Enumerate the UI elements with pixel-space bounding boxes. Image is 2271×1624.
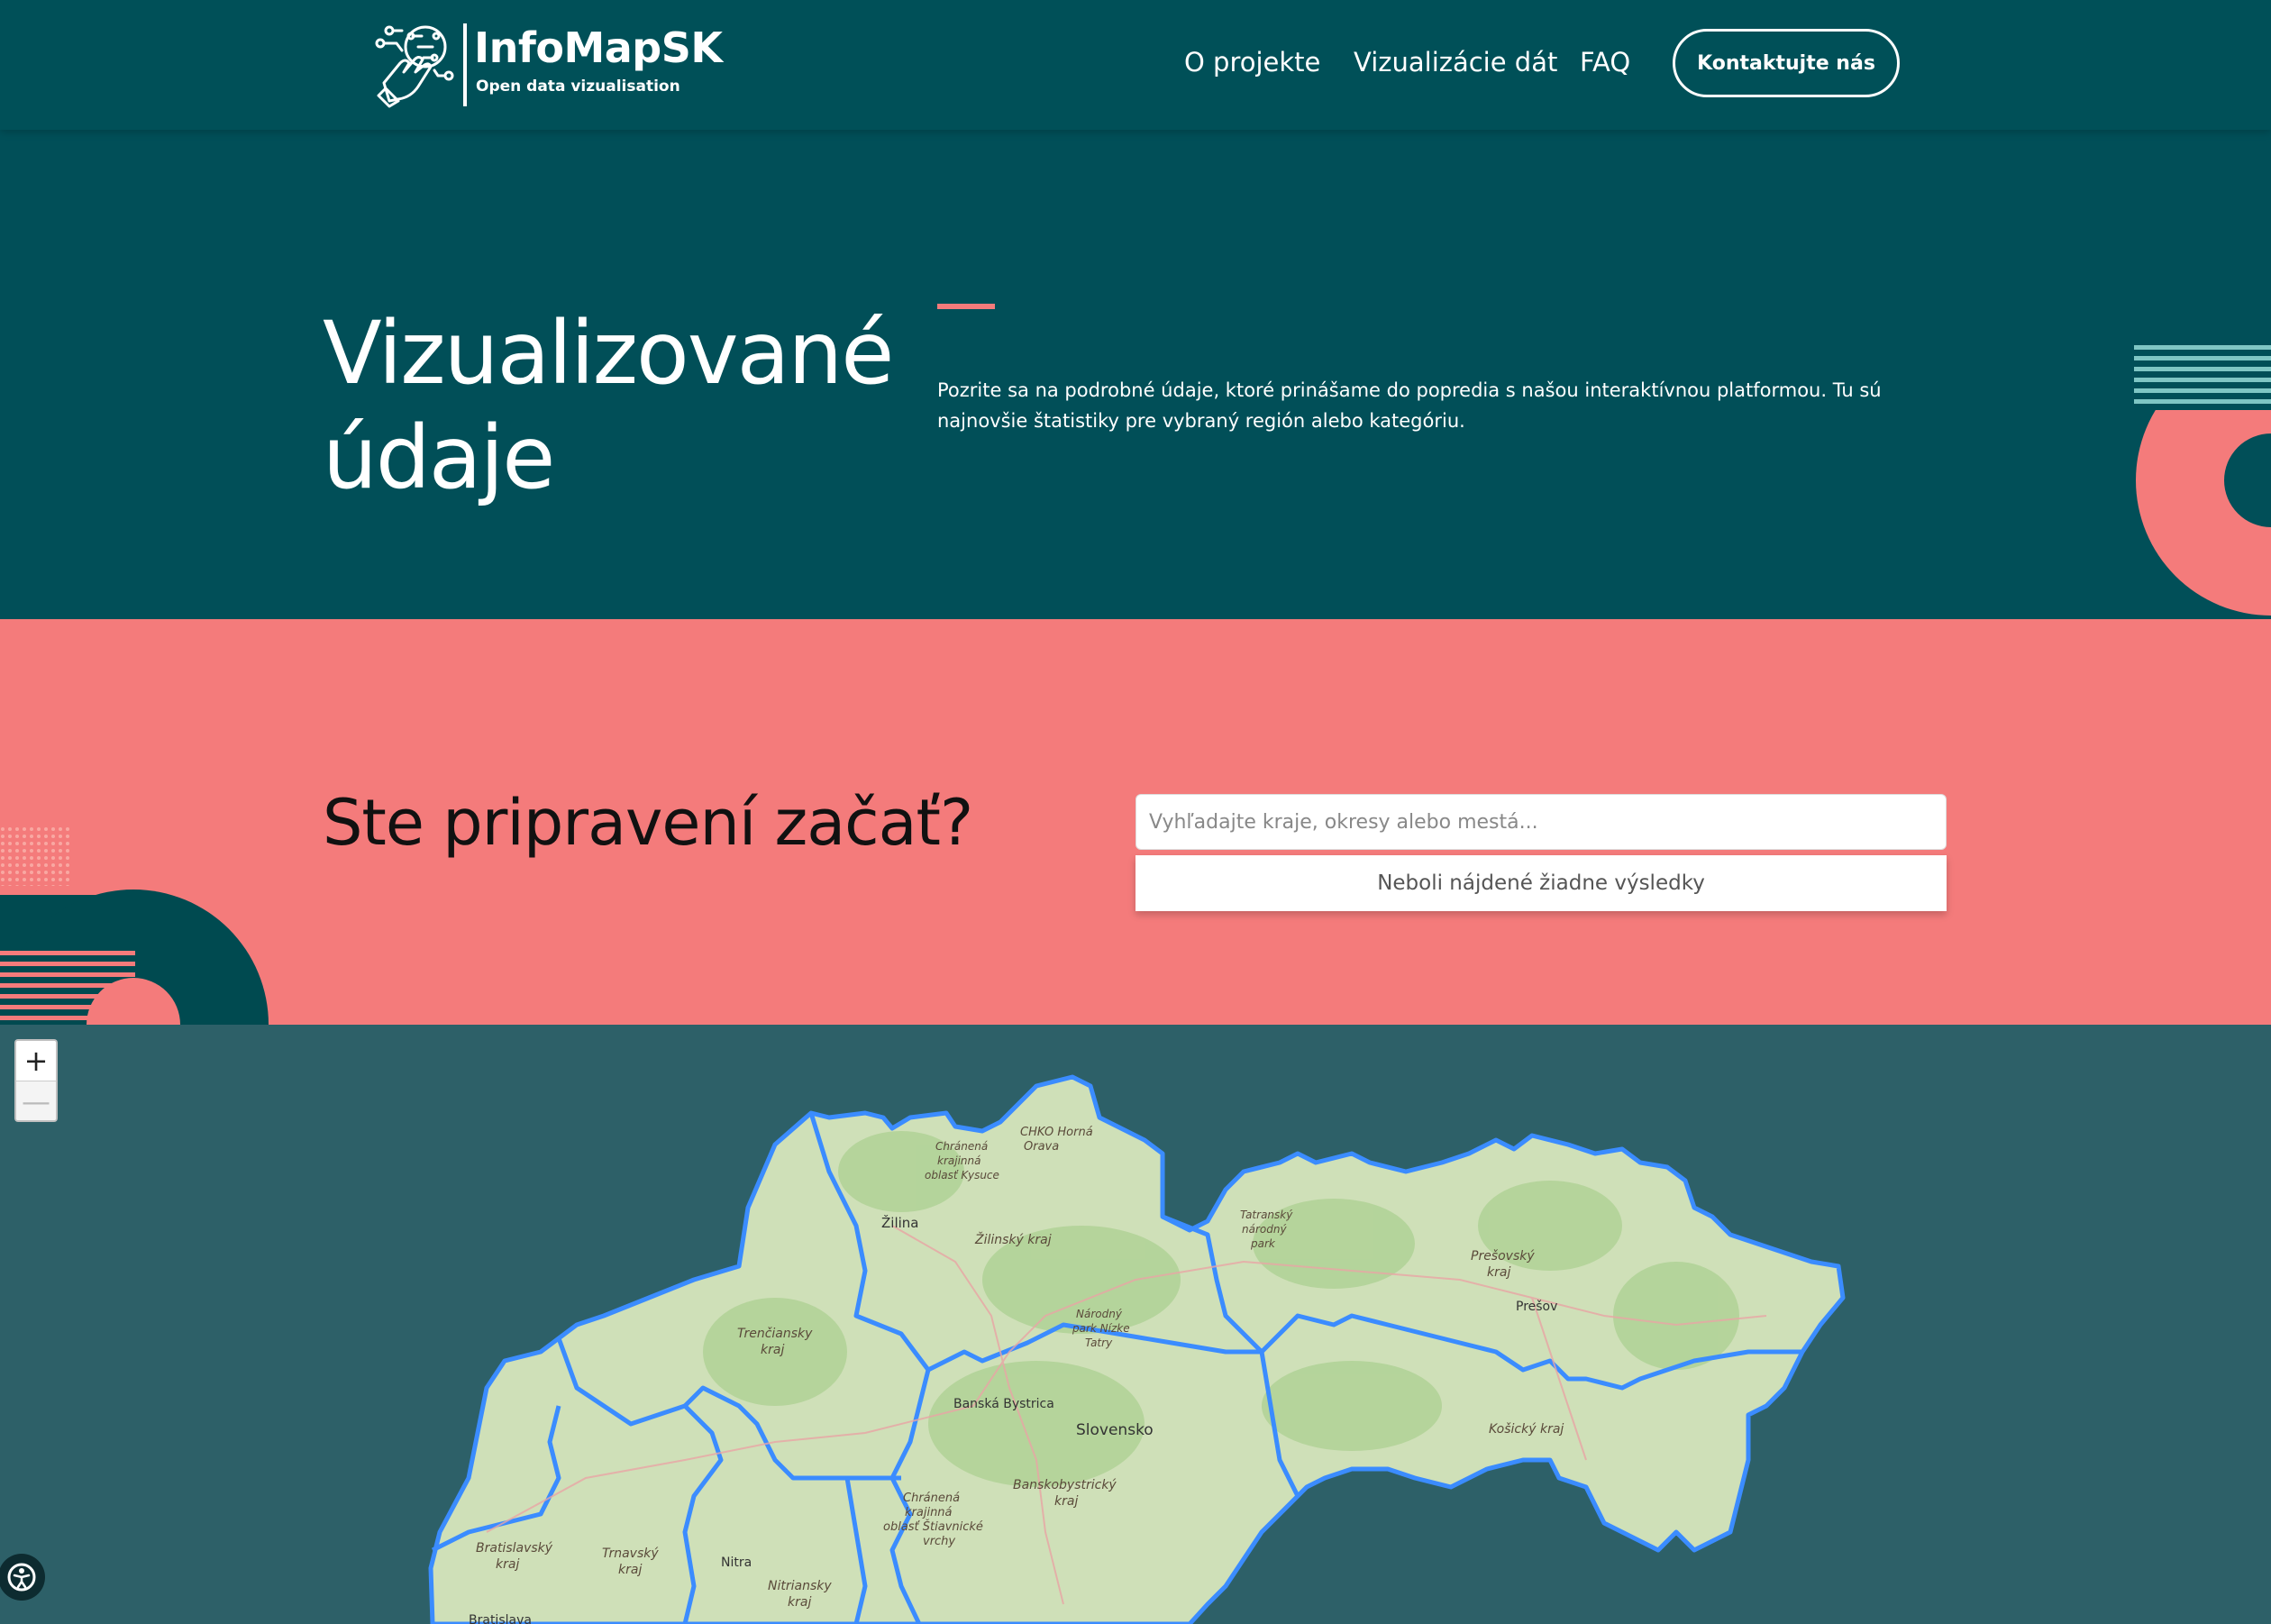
svg-text:Chránená: Chránená <box>903 1492 960 1505</box>
svg-text:kraj: kraj <box>1487 1265 1510 1280</box>
svg-text:Bratislava: Bratislava <box>469 1613 532 1624</box>
svg-text:Prešov: Prešov <box>1516 1300 1557 1314</box>
svg-text:Nitriansky: Nitriansky <box>768 1579 832 1593</box>
accessibility-button[interactable] <box>0 1554 45 1601</box>
hand-circuit-icon <box>375 25 454 108</box>
svg-text:Banskobystrický: Banskobystrický <box>1013 1478 1117 1492</box>
svg-text:Tatranský: Tatranský <box>1240 1209 1293 1221</box>
svg-text:Nitra: Nitra <box>721 1556 752 1570</box>
accent-line <box>937 304 995 309</box>
svg-text:Žilinský kraj: Žilinský kraj <box>974 1231 1052 1247</box>
svg-text:krajinná: krajinná <box>905 1506 953 1519</box>
slovakia-map[interactable]: CHKO Horná Orava Chránená krajinná oblas… <box>0 1025 2271 1624</box>
svg-text:kraj: kraj <box>761 1343 784 1357</box>
svg-text:Košický kraj: Košický kraj <box>1489 1422 1564 1437</box>
zoom-in-button[interactable]: + <box>16 1041 56 1081</box>
logo-title: InfoMapSK <box>474 23 723 72</box>
svg-text:Slovensko: Slovensko <box>1076 1421 1154 1439</box>
svg-text:Trenčiansky: Trenčiansky <box>737 1327 813 1341</box>
contact-button[interactable]: Kontaktujte nás <box>1673 29 1900 97</box>
svg-text:kraj: kraj <box>496 1557 519 1572</box>
svg-text:krajinná: krajinná <box>937 1154 980 1167</box>
svg-text:oblasť Štiavnické: oblasť Štiavnické <box>883 1519 983 1534</box>
svg-text:Národný: Národný <box>1076 1308 1123 1320</box>
search-section: Ste pripravení začať? Neboli nájdené žia… <box>0 619 2271 1025</box>
logo-subtitle: Open data vizualisation <box>476 78 680 96</box>
svg-text:národný: národný <box>1242 1223 1287 1236</box>
svg-text:Orava: Orava <box>1024 1140 1059 1154</box>
svg-text:park Nízke: park Nízke <box>1072 1322 1130 1335</box>
page-title-line1: Vizualizované <box>323 303 894 404</box>
zoom-out-button[interactable]: — <box>16 1081 56 1120</box>
hero-description: Pozrite sa na podrobné údaje, ktoré prin… <box>937 379 1882 432</box>
svg-text:Bratislavský: Bratislavský <box>476 1541 553 1556</box>
svg-text:oblasť Kysuce: oblasť Kysuce <box>925 1169 999 1182</box>
svg-text:CHKO Horná: CHKO Horná <box>1020 1126 1093 1139</box>
svg-text:Prešovský: Prešovský <box>1471 1249 1535 1264</box>
svg-text:park: park <box>1250 1237 1276 1250</box>
svg-text:kraj: kraj <box>618 1563 642 1577</box>
svg-text:Chránená: Chránená <box>935 1140 988 1153</box>
svg-text:kraj: kraj <box>1054 1494 1078 1509</box>
region-search-input[interactable] <box>1136 794 1947 850</box>
svg-text:kraj: kraj <box>788 1595 811 1610</box>
map-container[interactable]: CHKO Horná Orava Chránená krajinná oblas… <box>0 1025 2271 1624</box>
svg-text:Žilina: Žilina <box>881 1214 918 1231</box>
svg-text:Tatry: Tatry <box>1085 1337 1113 1349</box>
hero-section: Vizualizované údaje Pozrite sa na podrob… <box>0 130 2271 619</box>
nav-link-vizualizacie[interactable]: Vizualizácie dát <box>1354 47 1557 78</box>
svg-text:Banská Bystrica: Banská Bystrica <box>953 1397 1054 1411</box>
nav-link-o-projekte[interactable]: O projekte <box>1184 47 1320 78</box>
svg-text:Trnavský: Trnavský <box>602 1546 659 1561</box>
top-navbar: InfoMapSK Open data vizualisation O proj… <box>0 0 2271 130</box>
logo-divider <box>463 23 467 106</box>
svg-text:vrchy: vrchy <box>923 1535 955 1548</box>
search-no-results: Neboli nájdené žiadne výsledky <box>1136 855 1947 911</box>
accessibility-icon <box>7 1563 36 1592</box>
zoom-control: + — <box>14 1039 58 1122</box>
decorative-ring-shape <box>2134 342 2271 616</box>
nav-link-faq[interactable]: FAQ <box>1580 47 1630 78</box>
page-title-line2: údaje <box>323 407 555 508</box>
decorative-arc-shape <box>0 826 269 1025</box>
page-title: Vizualizované údaje <box>323 301 894 510</box>
cta-heading: Ste pripravení začať? <box>323 786 973 860</box>
